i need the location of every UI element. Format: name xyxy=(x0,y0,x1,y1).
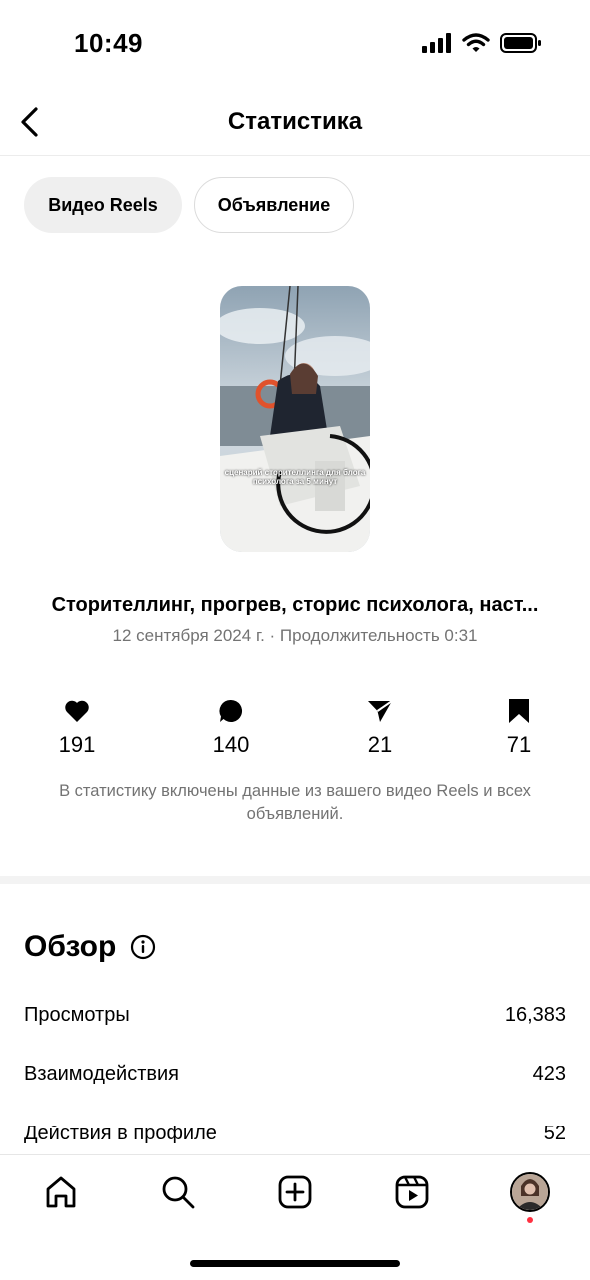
filter-chip-reels[interactable]: Видео Reels xyxy=(24,177,182,233)
metric-shares: 21 xyxy=(330,698,430,758)
wifi-icon xyxy=(462,33,490,52)
overview-row-value: 16,383 xyxy=(504,1004,566,1026)
overview-row-label: Действия в профиле xyxy=(24,1126,217,1144)
metric-shares-value: 21 xyxy=(367,732,393,757)
overview-row-profile-actions[interactable]: Действия в профиле 52 xyxy=(24,1126,566,1145)
reel-thumbnail-caption: сценарий сторителлинга для блога психоло… xyxy=(224,468,366,486)
tab-reels[interactable] xyxy=(390,1170,434,1214)
notification-dot xyxy=(527,1217,533,1223)
reel-title: Сторителлинг, прогрев, сторис психолога,… xyxy=(51,594,539,616)
status-icons xyxy=(422,32,542,54)
overview-title: Обзор xyxy=(24,930,117,963)
avatar xyxy=(510,1172,550,1212)
overview-row-label: Просмотры xyxy=(24,1004,130,1026)
search-icon xyxy=(162,1176,195,1209)
overview-header: Обзор xyxy=(24,930,156,964)
overview-row-label: Взаимодействия xyxy=(24,1063,179,1085)
paper-plane-icon xyxy=(368,700,393,722)
battery-icon xyxy=(500,33,541,53)
overview-row-views[interactable]: Просмотры 16,383 xyxy=(24,1004,566,1027)
plus-square-icon xyxy=(278,1175,312,1209)
stats-note: В статистику включены данные из вашего в… xyxy=(59,782,531,823)
cellular-signal-icon xyxy=(422,33,451,53)
reels-icon xyxy=(395,1175,429,1209)
home-indicator xyxy=(190,1260,400,1267)
comment-icon xyxy=(219,699,243,722)
metric-likes-value: 191 xyxy=(58,732,96,757)
heart-icon xyxy=(65,700,89,722)
tab-search[interactable] xyxy=(156,1170,200,1214)
avatar-image xyxy=(512,1174,548,1210)
metric-comments: 140 xyxy=(181,698,281,758)
info-icon[interactable] xyxy=(130,934,156,960)
overview-row-value: 423 xyxy=(532,1063,566,1085)
metric-comments-value: 140 xyxy=(212,732,250,757)
metric-saves: 71 xyxy=(469,698,569,758)
reel-subtitle: 12 сентября 2024 г. · Продолжительность … xyxy=(112,626,478,645)
status-time: 10:49 xyxy=(74,28,143,58)
tab-profile[interactable] xyxy=(508,1170,552,1214)
reel-thumbnail-image xyxy=(220,286,370,552)
metric-saves-value: 71 xyxy=(506,732,532,757)
home-icon xyxy=(46,1176,76,1208)
reel-thumbnail[interactable]: сценарий сторителлинга для блога психоло… xyxy=(220,286,370,552)
metric-likes: 191 xyxy=(27,698,127,758)
tab-bar-border xyxy=(0,1154,590,1155)
bookmark-icon xyxy=(509,699,529,723)
tab-create[interactable] xyxy=(273,1170,317,1214)
header-divider xyxy=(0,155,590,156)
overview-row-value: 52 xyxy=(543,1126,566,1144)
overview-row-profile-clip: Действия в профиле 52 xyxy=(0,1126,590,1156)
section-separator xyxy=(0,876,590,884)
page-title: Статистика xyxy=(227,108,363,135)
tab-home[interactable] xyxy=(39,1170,83,1214)
filter-chip-ads[interactable]: Объявление xyxy=(194,177,354,233)
overview-row-interactions[interactable]: Взаимодействия 423 xyxy=(24,1063,566,1086)
